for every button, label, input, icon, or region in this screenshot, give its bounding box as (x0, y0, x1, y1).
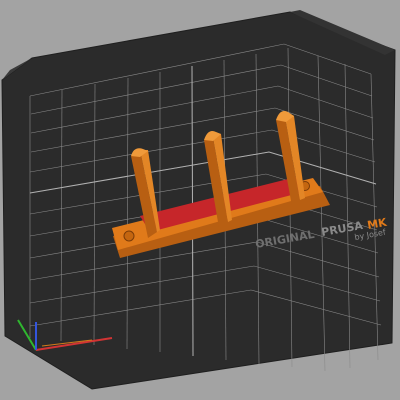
mount-hole-left (123, 230, 135, 242)
print-bed-scene[interactable]: ORIGINAL PRUSA MK by Josef (0, 0, 400, 400)
3d-viewport[interactable]: ORIGINAL PRUSA MK by Josef (0, 0, 400, 400)
